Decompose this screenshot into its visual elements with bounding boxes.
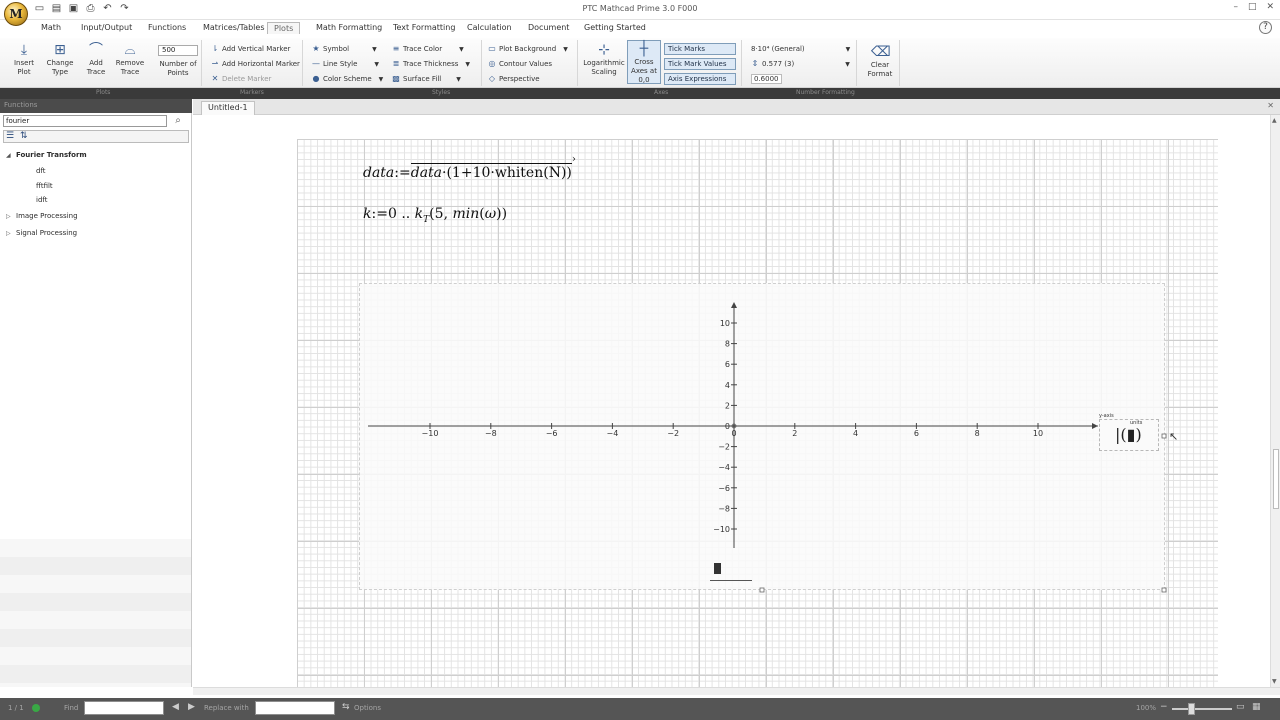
replace-icon[interactable]: ⇆ xyxy=(342,702,350,712)
x-tick-label: −10 xyxy=(422,429,439,438)
x-tick-label: 10 xyxy=(1033,429,1043,438)
find-label: Find xyxy=(64,704,79,712)
x-tick-label: −6 xyxy=(546,429,558,438)
resize-handle xyxy=(1161,587,1167,593)
x-axis-operand[interactable]: |(▮) xyxy=(1115,425,1142,444)
y-tick-label: 2 xyxy=(725,401,730,410)
zoom-slider-thumb[interactable] xyxy=(1188,703,1195,715)
find-next-icon[interactable]: ▶ xyxy=(188,702,195,712)
x-axis-arrowhead xyxy=(1092,423,1098,429)
x-tick-label: −2 xyxy=(667,429,679,438)
y-tick-label: −6 xyxy=(718,484,730,493)
zoom-slider[interactable] xyxy=(1172,708,1232,710)
y-tick-label: 0 xyxy=(725,422,730,431)
replace-input[interactable] xyxy=(255,701,335,715)
app-logo-icon[interactable]: M xyxy=(4,2,28,26)
plot-axes-svg: −10 −8 −6 −4 −2 0 2 4 6 8 10108642−2−4−6−8−100 xyxy=(368,302,1167,593)
y-tick-label: −2 xyxy=(718,443,730,452)
options-button[interactable]: Options xyxy=(354,704,381,712)
plot-axes: −10 −8 −6 −4 −2 0 2 4 6 8 10108642−2−4−6−8−100 xyxy=(368,302,1167,593)
replace-label: Replace with xyxy=(204,704,249,712)
zoom-out-icon[interactable]: − xyxy=(1160,702,1168,712)
y-tick-label: −10 xyxy=(713,525,730,534)
y-axis-placeholder-line xyxy=(710,580,752,581)
y-axis-label: y-axis xyxy=(1099,413,1114,419)
page-view-icon[interactable]: ▭ xyxy=(1236,702,1245,712)
y-tick-label: 6 xyxy=(725,360,730,369)
y-axis-expression-placeholder[interactable] xyxy=(714,563,721,574)
draft-view-icon[interactable]: ▦ xyxy=(1252,702,1261,712)
calculation-status-icon xyxy=(32,704,40,712)
y-tick-label: −4 xyxy=(718,463,730,472)
zoom-level: 100% xyxy=(1136,704,1157,712)
find-previous-icon[interactable]: ◀ xyxy=(172,702,179,712)
resize-handle xyxy=(759,587,765,593)
mouse-cursor-icon: ↖ xyxy=(1169,430,1179,443)
x-tick-label: 6 xyxy=(914,429,919,438)
status-bar: 1 / 1 Find ◀ ▶ Replace with ⇆ Options 10… xyxy=(0,698,1280,720)
find-input[interactable] xyxy=(84,701,164,715)
x-tick-label: −4 xyxy=(607,429,619,438)
y-axis-arrowhead xyxy=(731,302,737,308)
y-tick-label: −8 xyxy=(718,504,730,513)
y-tick-label: 8 xyxy=(725,340,730,349)
y-tick-label: 10 xyxy=(720,319,730,328)
resize-handle xyxy=(1161,433,1167,439)
y-tick-label: 4 xyxy=(725,381,730,390)
x-tick-label: 4 xyxy=(853,429,858,438)
x-tick-label: 8 xyxy=(975,429,980,438)
x-tick-label: −8 xyxy=(485,429,497,438)
x-tick-label: 2 xyxy=(792,429,797,438)
page-indicator: 1 / 1 xyxy=(8,704,24,712)
x-tick-label: 0 xyxy=(731,429,736,438)
